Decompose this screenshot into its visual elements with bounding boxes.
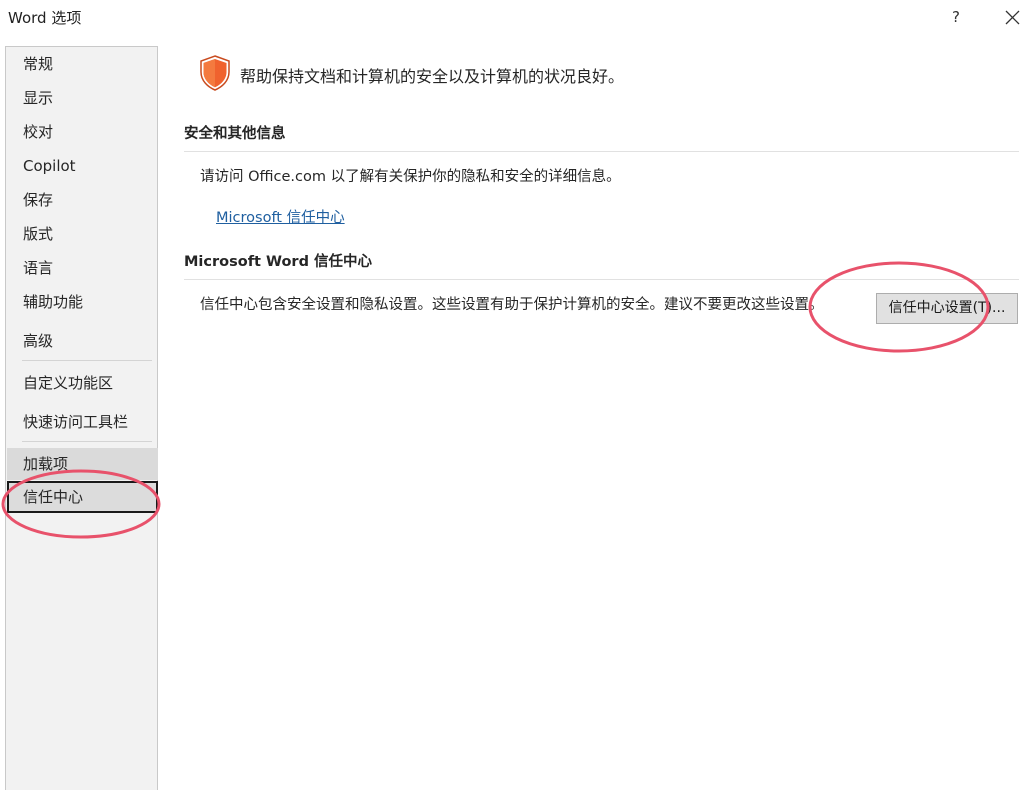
section-divider: [184, 279, 1019, 280]
shield-icon: [200, 55, 230, 91]
sidebar-item-proofing[interactable]: 校对: [7, 116, 158, 148]
close-icon: [1005, 10, 1020, 25]
sidebar-item-trust-center[interactable]: 信任中心: [7, 481, 158, 513]
word-options-dialog: Word 选项 ? 常规 显示 校对 Copilot 保存 版式 语言 辅助功能…: [0, 0, 1028, 790]
sidebar-item-add-ins[interactable]: 加载项: [7, 448, 158, 480]
security-info-text: 请访问 Office.com 以了解有关保护你的隐私和安全的详细信息。: [200, 169, 621, 185]
security-section-heading: 安全和其他信息: [184, 126, 286, 142]
help-button[interactable]: ?: [944, 4, 968, 30]
sidebar-divider: [22, 441, 152, 442]
sidebar-item-layout[interactable]: 版式: [7, 218, 158, 250]
main-content: 帮助保持文档和计算机的安全以及计算机的状况良好。 安全和其他信息 请访问 Off…: [160, 34, 1028, 790]
title-bar: Word 选项 ?: [0, 0, 1028, 34]
sidebar-item-copilot[interactable]: Copilot: [7, 150, 158, 182]
close-button[interactable]: [998, 4, 1026, 30]
section-divider: [184, 151, 1019, 152]
trust-center-settings-button[interactable]: 信任中心设置(T)...: [876, 293, 1018, 324]
sidebar-nav: 常规 显示 校对 Copilot 保存 版式 语言 辅助功能 高级 自定义功能区…: [5, 46, 158, 790]
sidebar-item-language[interactable]: 语言: [7, 252, 158, 284]
page-header: 帮助保持文档和计算机的安全以及计算机的状况良好。: [240, 67, 625, 86]
sidebar-item-quick-access-toolbar[interactable]: 快速访问工具栏: [7, 406, 158, 438]
sidebar-divider: [22, 360, 152, 361]
sidebar-item-advanced[interactable]: 高级: [7, 325, 158, 357]
sidebar-item-display[interactable]: 显示: [7, 82, 158, 114]
sidebar-item-save[interactable]: 保存: [7, 184, 158, 216]
sidebar-item-accessibility[interactable]: 辅助功能: [7, 286, 158, 318]
trust-center-section-heading: Microsoft Word 信任中心: [184, 254, 373, 270]
window-title: Word 选项: [8, 9, 82, 27]
sidebar-item-general[interactable]: 常规: [7, 48, 158, 80]
sidebar-item-customize-ribbon[interactable]: 自定义功能区: [7, 367, 158, 399]
microsoft-trust-center-link[interactable]: Microsoft 信任中心: [216, 206, 345, 227]
trust-center-description: 信任中心包含安全设置和隐私设置。这些设置有助于保护计算机的安全。建议不要更改这些…: [200, 297, 824, 313]
